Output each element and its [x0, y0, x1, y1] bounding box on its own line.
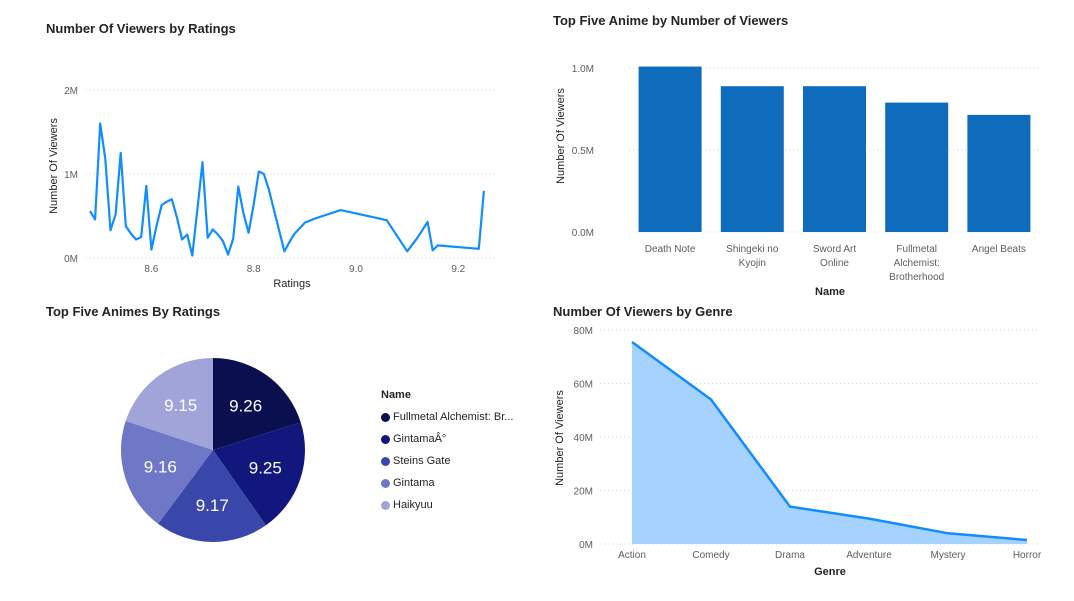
line-chart-panel: Number Of Viewers by Ratings 0M 1M 2M 8.6 8.… — [0, 0, 520, 300]
x-tick-label: Mystery — [931, 550, 966, 561]
legend-swatch — [381, 412, 390, 422]
bar — [638, 66, 702, 232]
y-tick-label: 0.5M — [572, 146, 594, 157]
bar — [803, 86, 866, 232]
x-tick-label: 9.0 — [349, 264, 363, 275]
x-tick-label: Brotherhood — [889, 272, 944, 283]
legend-item[interactable]: Gintama — [381, 472, 513, 494]
legend-item[interactable]: GintamaÂ° — [381, 428, 513, 450]
legend-label: Fullmetal Alchemist: Br... — [393, 411, 514, 423]
pie-legend: Name Fullmetal Alchemist: Br... GintamaÂ°… — [381, 389, 513, 516]
x-tick-label: Alchemist: — [894, 258, 940, 269]
x-tick-label: Online — [820, 258, 849, 269]
x-tick-label: Horror — [1013, 550, 1042, 561]
x-tick-label: Sword Art — [813, 244, 857, 255]
area-chart-panel: Number Of Viewers by Genre 0M 20M 40M 60M 80… — [520, 300, 1074, 601]
y-axis-label: Number Of Viewers — [48, 118, 60, 214]
y-tick-label: 0M — [579, 540, 593, 551]
legend-swatch — [381, 500, 390, 510]
pie-data-label: 9.17 — [196, 496, 229, 515]
bar-chart: 0.0M 0.5M 1.0M Death Note Shingeki no Kyojin S… — [555, 64, 1040, 298]
area-chart: 0M 20M 40M 60M 80M Action Comedy Drama Adventure… — [554, 326, 1042, 578]
legend-label: Haikyuu — [393, 499, 433, 511]
line-chart: 0M 1M 2M 8.6 8.8 9.0 9.2 Ratings Number Of Viewe… — [48, 86, 497, 290]
y-tick-label: 2M — [64, 86, 78, 97]
legend-item[interactable]: Steins Gate — [381, 450, 513, 472]
pie-data-label: 9.16 — [144, 458, 177, 477]
pie-chart-panel: Top Five Animes By Ratings 9.26 9.25 9.17 9… — [0, 300, 520, 601]
x-tick-label: 8.6 — [144, 264, 158, 275]
y-tick-label: 80M — [574, 326, 593, 337]
x-tick-label: Kyojin — [739, 258, 766, 269]
x-tick-label: 8.8 — [247, 264, 261, 275]
x-tick-label: Death Note — [645, 244, 696, 255]
y-tick-label: 40M — [574, 433, 593, 444]
x-axis-label: Name — [815, 286, 845, 298]
legend-swatch — [381, 456, 390, 466]
x-tick-label: Adventure — [846, 550, 892, 561]
x-tick-label: Angel Beats — [972, 244, 1026, 255]
bar — [967, 114, 1031, 232]
x-tick-label: Action — [618, 550, 646, 561]
y-tick-label: 0.0M — [572, 228, 594, 239]
legend-label: Gintama — [393, 477, 435, 489]
x-tick-label: Fullmetal — [896, 244, 937, 255]
y-axis-label: Number Of Viewers — [555, 88, 567, 184]
legend-item[interactable]: Fullmetal Alchemist: Br... — [381, 406, 513, 428]
legend-label: GintamaÂ° — [393, 433, 447, 445]
y-axis-label: Number Of Viewers — [554, 390, 566, 486]
pie-data-label: 9.25 — [249, 459, 282, 478]
legend-label: Steins Gate — [393, 455, 451, 467]
bar — [885, 102, 949, 232]
y-tick-label: 20M — [574, 487, 593, 498]
x-axis-label: Ratings — [273, 278, 311, 290]
bar — [720, 86, 784, 232]
legend-item[interactable]: Haikyuu — [381, 494, 513, 516]
pie-legend-title: Name — [381, 389, 411, 401]
x-axis-label: Genre — [814, 566, 846, 578]
pie-data-label: 9.26 — [229, 396, 262, 415]
series-line — [89, 122, 485, 257]
pie-data-label: 9.15 — [164, 396, 197, 415]
y-tick-label: 1.0M — [572, 64, 594, 75]
legend-swatch — [381, 478, 390, 488]
x-tick-label: Shingeki no — [726, 244, 779, 255]
bar-chart-panel: Top Five Anime by Number of Viewers 0.0M… — [520, 0, 1074, 300]
x-tick-label: 9.2 — [451, 264, 465, 275]
y-tick-label: 60M — [574, 380, 593, 391]
y-tick-label: 1M — [64, 170, 78, 181]
x-tick-label: Drama — [775, 550, 805, 561]
y-tick-label: 0M — [64, 254, 78, 265]
legend-swatch — [381, 434, 390, 444]
x-tick-label: Comedy — [692, 550, 729, 561]
